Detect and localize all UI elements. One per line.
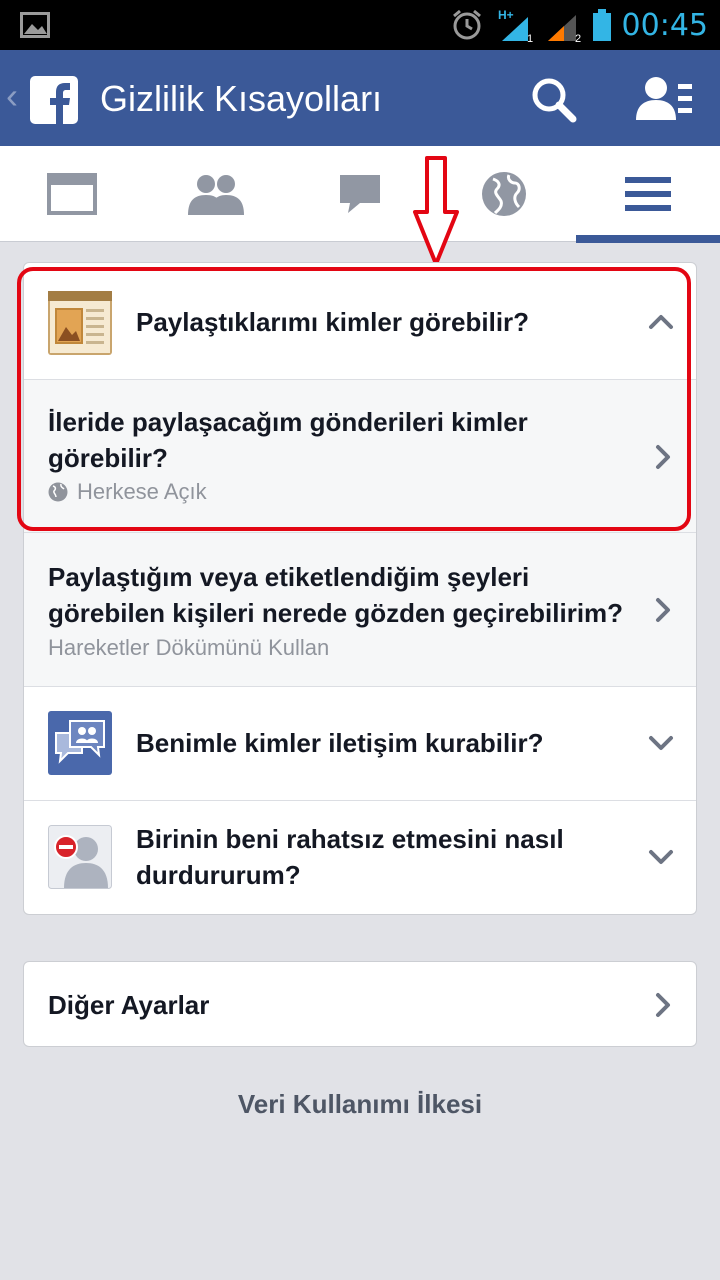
tab-messages[interactable] <box>288 146 432 242</box>
future-posts-title-line1: İleride paylaşacağım gönderileri kimler <box>48 407 528 437</box>
contact-messages-icon <box>48 711 112 780</box>
section-title: Paylaştıklarımı kimler görebilir? <box>136 307 530 337</box>
messages-icon <box>340 175 380 213</box>
block-user-icon <box>48 825 112 894</box>
menu-icon <box>625 177 671 211</box>
chevron-up-icon <box>649 315 673 329</box>
friends-icon <box>188 175 244 215</box>
tab-news-feed[interactable] <box>0 146 144 242</box>
block-title-line2: durdururum? <box>136 860 301 890</box>
back-chevron-icon[interactable]: ‹ <box>6 78 18 114</box>
network-type-label: H+ <box>498 8 514 22</box>
future-posts-title-line2: görebilir? <box>48 443 168 473</box>
facebook-logo[interactable] <box>30 76 78 124</box>
other-settings-label: Diğer Ayarlar <box>48 990 210 1020</box>
block-title-line1: Birinin beni rahatsız etmesini nasıl <box>136 824 564 854</box>
section-title: Benimle kimler iletişim kurabilir? <box>136 728 544 758</box>
signal-icon-2: 2 <box>544 7 584 43</box>
clock: 00:45 <box>621 7 708 43</box>
section-who-can-see-header[interactable]: Paylaştıklarımı kimler görebilir? <box>24 263 696 380</box>
globe-icon <box>482 172 526 216</box>
activity-log-setting[interactable]: Paylaştığım veya etiketlendiğim şeyleri … <box>24 533 696 687</box>
wall-post-icon <box>48 291 112 360</box>
section-block[interactable]: Birinin beni rahatsız etmesini nasıl dur… <box>24 801 696 914</box>
alarm-icon <box>450 8 484 42</box>
other-settings-button[interactable]: Diğer Ayarlar <box>23 961 697 1047</box>
data-policy-link[interactable]: Veri Kullanımı İlkesi <box>0 1084 720 1124</box>
section-who-can-contact[interactable]: Benimle kimler iletişim kurabilir? <box>24 687 696 801</box>
globe-icon <box>48 482 68 502</box>
tab-more[interactable] <box>576 146 720 243</box>
gallery-icon <box>20 12 50 38</box>
status-bar: H+ 1 2 00:45 <box>0 0 720 50</box>
chevron-right-icon <box>656 445 670 469</box>
activity-log-subtitle: Hareketler Dökümünü Kullan <box>48 635 330 660</box>
chevron-right-icon <box>656 993 670 1017</box>
tab-friend-requests[interactable] <box>144 146 288 242</box>
activity-log-title-line2: görebilen kişileri nerede gözden geçireb… <box>48 598 624 628</box>
battery-icon <box>592 8 612 42</box>
activity-log-title-line1: Paylaştığım veya etiketlendiğim şeyleri <box>48 562 530 592</box>
page-title: Gizlilik Kısayolları <box>100 78 383 119</box>
future-posts-setting[interactable]: İleride paylaşacağım gönderileri kimler … <box>24 380 696 533</box>
tab-bar <box>0 146 720 243</box>
chevron-down-icon <box>649 736 673 750</box>
chevron-down-icon <box>649 850 673 864</box>
search-icon[interactable] <box>530 76 578 129</box>
privacy-shortcuts-card: Paylaştıklarımı kimler görebilir? İlerid… <box>23 262 697 915</box>
sim1-label: 1 <box>527 33 533 43</box>
news-feed-icon <box>47 173 97 215</box>
chevron-right-icon <box>656 598 670 622</box>
sim2-label: 2 <box>575 33 581 43</box>
annotation-arrow-icon <box>413 156 459 266</box>
signal-icon: H+ 1 <box>496 7 536 43</box>
app-header: ‹ Gizlilik Kısayolları <box>0 50 720 146</box>
audience-value: Herkese Açık <box>77 479 207 504</box>
friend-requests-icon[interactable] <box>636 74 696 127</box>
